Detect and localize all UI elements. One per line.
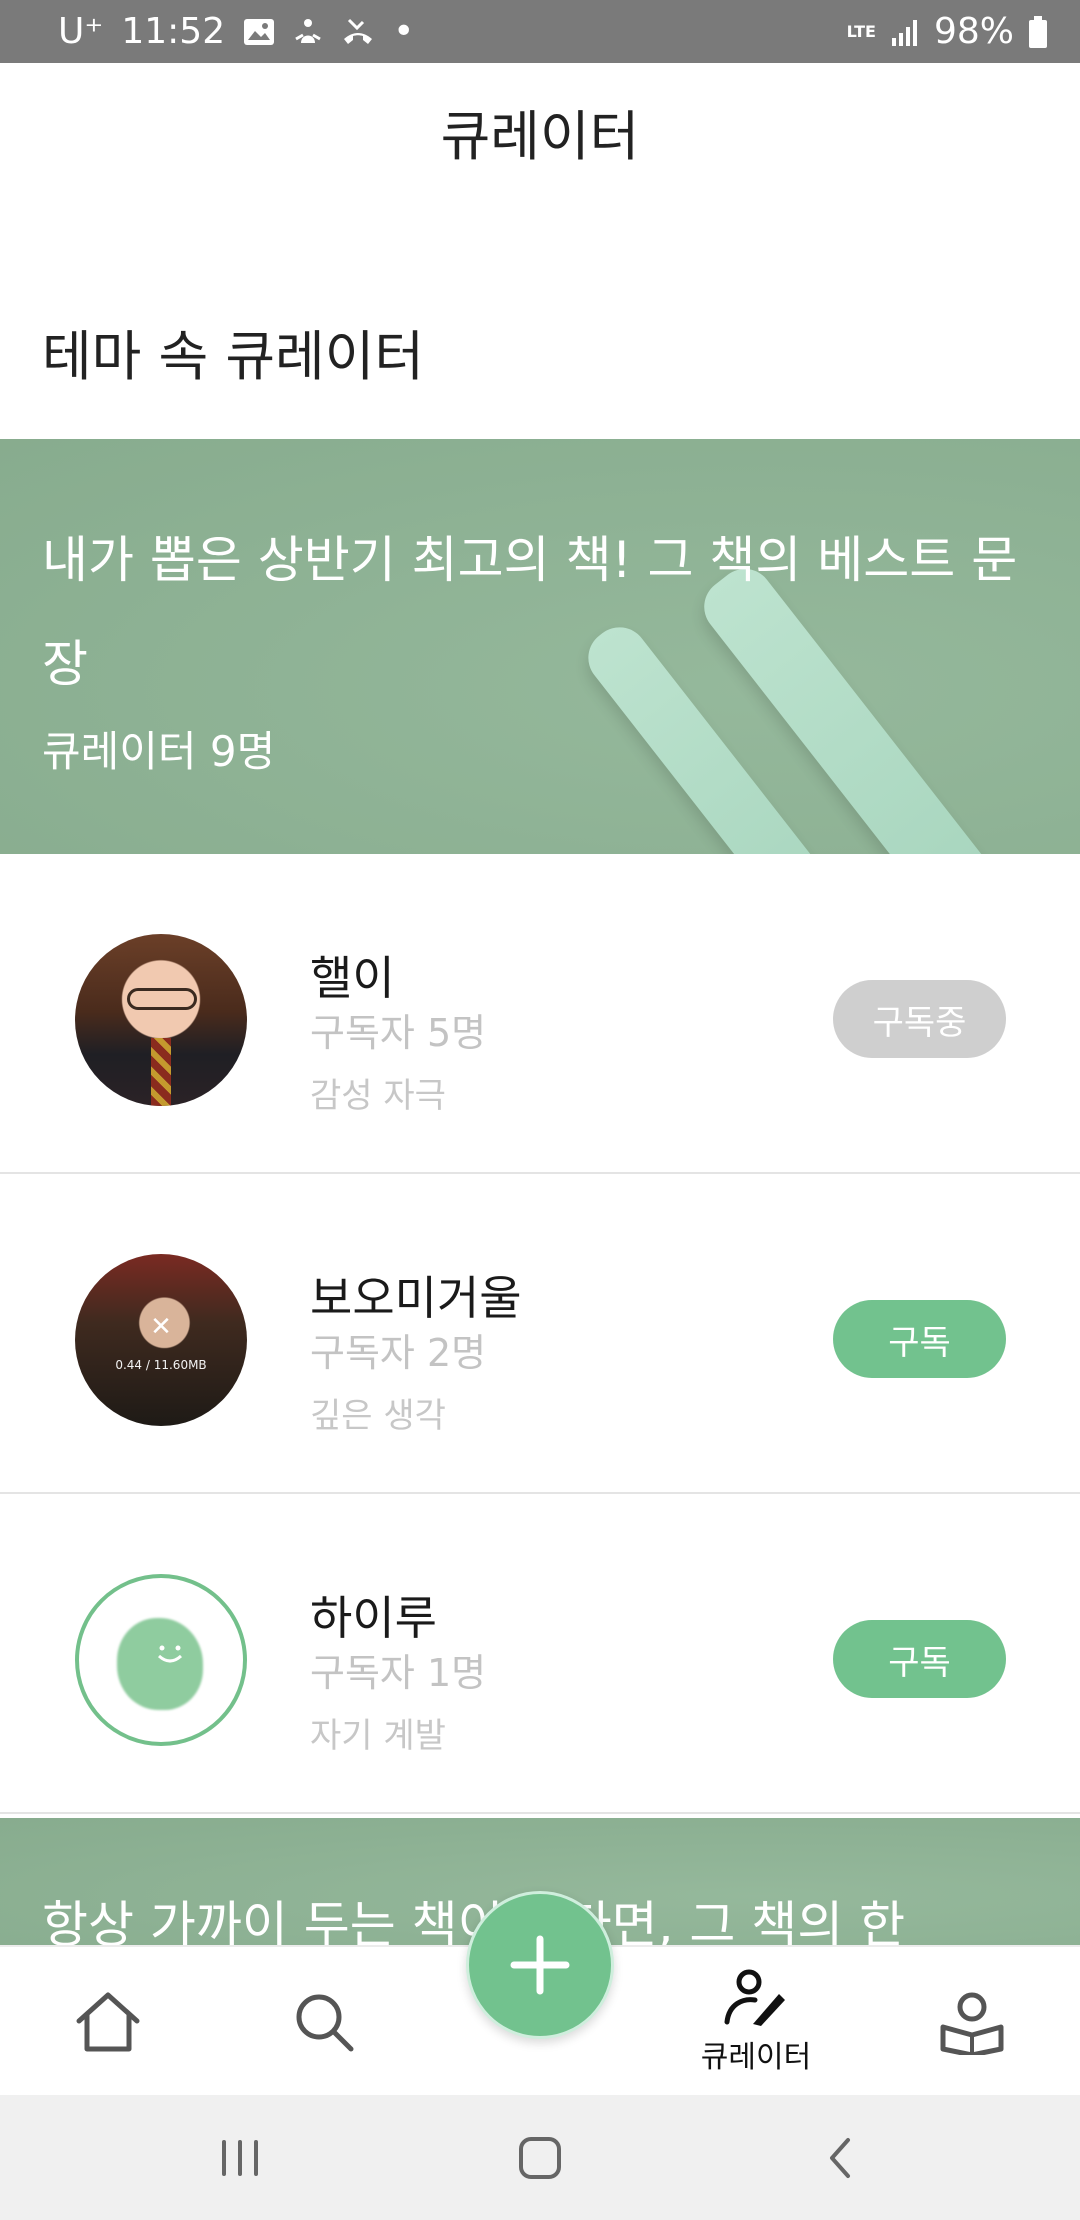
nav-curator-label: 큐레이터 [700, 2040, 812, 2075]
curator-list-item[interactable]: ✕ 0.44 / 11.60MB 보오미거울 구독자 2명 깊은 생각 구독 [0, 1174, 1080, 1494]
system-home-icon [519, 2136, 561, 2179]
my-library-icon [940, 1992, 1004, 2055]
signal-icon [890, 18, 920, 46]
back-button[interactable] [740, 2095, 940, 2220]
carrier-label: U⁺ [58, 11, 104, 52]
status-left: U⁺ 11:52 • [58, 11, 414, 52]
curator-list-item[interactable]: 하이루 구독자 1명 자기 계발 구독 [0, 1494, 1080, 1814]
close-icon[interactable]: ✕ [75, 1312, 247, 1342]
subscribed-button[interactable]: 구독중 [833, 980, 1006, 1058]
curator-icon [724, 1969, 785, 2026]
system-home-button[interactable] [440, 2095, 640, 2220]
add-fab-button[interactable] [466, 1891, 614, 2039]
avatar-tie [151, 1038, 171, 1106]
subscriber-count: 구독자 1명 [310, 1651, 487, 1695]
lte-label: LTE [846, 22, 876, 41]
status-bar: U⁺ 11:52 • LTE 98% [0, 0, 1080, 63]
plus-icon [510, 1935, 570, 1995]
smile-icon [157, 1645, 183, 1663]
missed-call-icon [341, 17, 375, 47]
section-title: 테마 속 큐레이터 [42, 325, 425, 388]
battery-percent: 98% [933, 11, 1014, 52]
curator-tag: 자기 계발 [310, 1716, 446, 1756]
curator-tag: 깊은 생각 [310, 1396, 446, 1436]
subscribe-button[interactable]: 구독 [833, 1620, 1006, 1698]
curator-tag: 감성 자극 [310, 1076, 446, 1116]
notification-dot-icon: • [393, 11, 415, 52]
curator-list-item[interactable]: 핼이 구독자 5명 감성 자극 구독중 [0, 854, 1080, 1174]
subscriber-count: 구독자 2명 [310, 1331, 487, 1375]
search-icon [296, 1994, 354, 2052]
avatar[interactable]: ✕ 0.44 / 11.60MB [75, 1254, 247, 1426]
avatar-glasses [127, 988, 197, 1010]
avatar[interactable] [75, 1574, 247, 1746]
recents-icon [222, 2139, 258, 2176]
avatar[interactable] [75, 934, 247, 1106]
curator-name: 보오미거울 [310, 1271, 522, 1325]
page-title: 큐레이터 [440, 105, 640, 168]
nav-search[interactable] [216, 1947, 432, 2097]
status-right: LTE 98% [847, 11, 1048, 52]
gallery-icon [243, 18, 275, 46]
theme-title: 내가 뽑은 상반기 최고의 책! 그 책의 베스트 문장 [42, 531, 1018, 693]
recents-button[interactable] [140, 2095, 340, 2220]
curator-name: 핼이 [310, 951, 395, 1005]
subscriber-count: 구독자 5명 [310, 1011, 487, 1055]
subscribe-button[interactable]: 구독 [833, 1300, 1006, 1378]
back-icon [830, 2137, 850, 2178]
nav-home[interactable] [0, 1947, 216, 2097]
battery-icon [1028, 15, 1048, 48]
system-nav-bar [0, 2095, 1080, 2220]
nav-my-library[interactable] [864, 1947, 1080, 2097]
curator-name: 하이루 [310, 1591, 437, 1645]
status-time: 11:52 [121, 11, 226, 52]
meditation-icon [293, 17, 323, 47]
theme-curator-count: 큐레이터 9명 [42, 727, 276, 776]
home-icon [76, 1992, 140, 2052]
nav-curator[interactable]: 큐레이터 [648, 1947, 864, 2097]
download-progress-label: 0.44 / 11.60MB [115, 1358, 207, 1372]
